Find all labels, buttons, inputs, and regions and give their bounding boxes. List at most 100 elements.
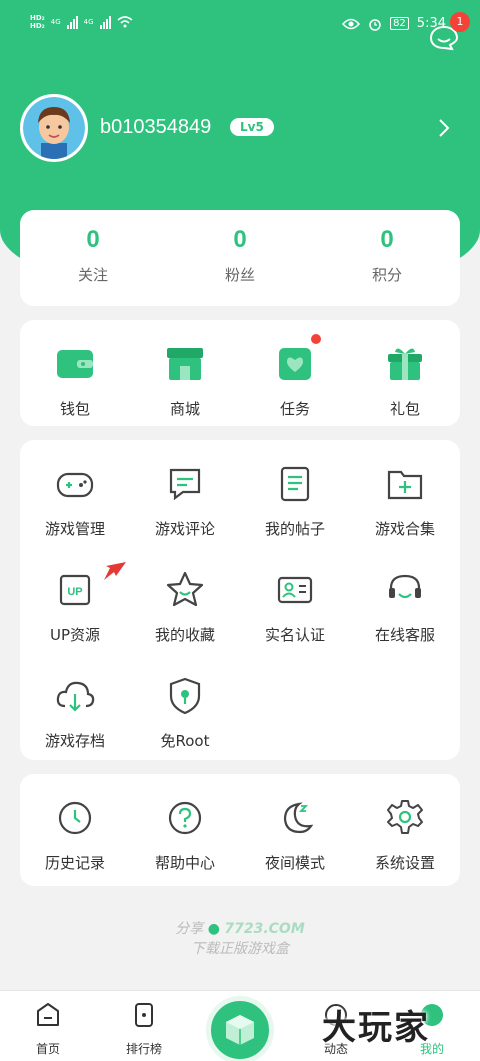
home-icon: [37, 1003, 59, 1026]
signal-icon-2: [99, 15, 111, 29]
quick-action-label: 钱包: [59, 400, 90, 418]
setting-label: 夜间模式: [264, 854, 325, 872]
cloud-download-icon: [56, 681, 95, 712]
gear-icon: [387, 800, 423, 834]
game-manage-button[interactable]: 游戏管理: [20, 462, 130, 539]
tool-label: 免Root: [160, 732, 210, 750]
wallet-button[interactable]: 钱包: [20, 342, 130, 419]
tool-label: 在线客服: [374, 626, 435, 644]
share-subtitle: 下载正版游戏盒: [191, 941, 289, 957]
night-mode-button[interactable]: 夜间模式: [240, 796, 350, 873]
quick-actions-card: 钱包 商城 任务 礼包: [20, 320, 460, 426]
chevron-right-icon[interactable]: [436, 118, 452, 138]
folder-add-icon: [387, 470, 423, 500]
watermark: 大玩家: [322, 1008, 430, 1048]
battery-indicator: 82: [390, 17, 409, 30]
tool-label: 我的帖子: [264, 520, 325, 538]
stat-label: 关注: [77, 266, 108, 284]
star-icon: [166, 571, 204, 607]
gift-icon: [388, 348, 422, 380]
tools-card: 游戏管理 游戏评论 我的帖子 游戏合集 UP UP资源 我的收藏 实名认证 在线…: [20, 440, 460, 760]
gamepad-icon: [56, 472, 94, 498]
system-settings-button[interactable]: 系统设置: [350, 796, 460, 873]
game-collection-button[interactable]: 游戏合集: [350, 462, 460, 539]
sig2-label: 4G: [83, 18, 94, 26]
avatar[interactable]: [20, 94, 88, 162]
tool-label: 我的收藏: [154, 626, 215, 644]
favorites-button[interactable]: 我的收藏: [130, 568, 240, 645]
moon-icon: [283, 802, 314, 834]
stat-points[interactable]: 0 积分: [314, 226, 460, 285]
headset-icon: [389, 574, 421, 599]
wifi-icon: [117, 16, 133, 28]
avatar-image: [23, 97, 85, 159]
stats-card: 0 关注 0 粉丝 0 积分: [20, 210, 460, 306]
help-center-button[interactable]: 帮助中心: [130, 796, 240, 873]
cube-icon: [226, 1015, 254, 1045]
settings-card: 历史记录 帮助中心 夜间模式 系统设置: [20, 774, 460, 886]
tool-label: 游戏管理: [44, 520, 105, 538]
stat-value: 0: [233, 226, 247, 253]
status-bar: HD₂ HD₂ 4G 4G 82 5:34: [0, 0, 480, 42]
game-box-center-button[interactable]: [206, 996, 274, 1061]
shield-icon: [169, 677, 201, 715]
setting-label: 帮助中心: [154, 854, 215, 872]
nav-home[interactable]: 首页: [0, 1001, 96, 1057]
task-button[interactable]: 任务: [240, 334, 350, 419]
eye-icon: [342, 18, 361, 29]
stat-label: 粉丝: [224, 266, 255, 284]
post-icon: [280, 466, 310, 502]
tool-label: 游戏存档: [44, 732, 105, 750]
game-comment-button[interactable]: 游戏评论: [130, 462, 240, 539]
game-save-button[interactable]: 游戏存档: [20, 674, 130, 751]
wallet-icon: [57, 350, 93, 378]
nav-label: 首页: [35, 1042, 60, 1056]
ranking-icon: [135, 1003, 153, 1027]
stat-fans[interactable]: 0 粉丝: [167, 226, 313, 285]
share-line[interactable]: 分享 ● 7723.COM: [0, 918, 480, 938]
signal-icon: [66, 15, 78, 29]
store-icon: [167, 348, 203, 380]
annotation-arrow-icon: [104, 562, 126, 580]
customer-service-button[interactable]: 在线客服: [350, 568, 460, 645]
network-type-1: HD₂: [30, 14, 45, 22]
stat-following[interactable]: 0 关注: [20, 226, 166, 285]
gift-button[interactable]: 礼包: [350, 342, 460, 419]
nav-label: 排行榜: [125, 1042, 162, 1056]
nav-ranking[interactable]: 排行榜: [96, 1001, 192, 1057]
svg-text:UP: UP: [67, 586, 82, 598]
sig1-label: 4G: [50, 18, 61, 26]
my-posts-button[interactable]: 我的帖子: [240, 462, 350, 539]
network-type-2: HD₂: [30, 22, 45, 30]
tool-label: 游戏合集: [374, 520, 435, 538]
share-prefix: 分享: [175, 921, 204, 937]
setting-label: 系统设置: [374, 854, 435, 872]
id-card-icon: [277, 576, 313, 604]
level-badge: Lv5: [230, 118, 274, 136]
real-name-button[interactable]: 实名认证: [240, 568, 350, 645]
quick-action-label: 任务: [279, 400, 310, 418]
tool-label: UP资源: [49, 626, 101, 644]
setting-label: 历史记录: [44, 854, 105, 872]
clock-icon: [58, 801, 92, 835]
comment-icon: [169, 468, 201, 501]
profile-row[interactable]: b010354849 Lv5: [20, 94, 460, 162]
share-brand: 7723.COM: [224, 921, 305, 937]
alarm-icon: [369, 18, 381, 31]
tool-label: 实名认证: [264, 626, 325, 644]
brand-logo-icon: ●: [207, 921, 220, 937]
no-root-button[interactable]: 免Root: [130, 674, 240, 751]
username: b010354849: [100, 116, 212, 138]
stat-label: 积分: [371, 266, 402, 284]
tool-label: 游戏评论: [154, 520, 215, 538]
history-button[interactable]: 历史记录: [20, 796, 130, 873]
task-red-dot: [311, 334, 321, 344]
task-icon: [279, 348, 311, 380]
quick-action-label: 礼包: [389, 400, 420, 418]
stat-value: 0: [86, 226, 100, 253]
quick-action-label: 商城: [169, 400, 200, 418]
stat-value: 0: [380, 226, 394, 253]
notification-badge: 1: [450, 12, 470, 32]
store-button[interactable]: 商城: [130, 342, 240, 419]
up-resource-icon: UP: [59, 574, 91, 606]
